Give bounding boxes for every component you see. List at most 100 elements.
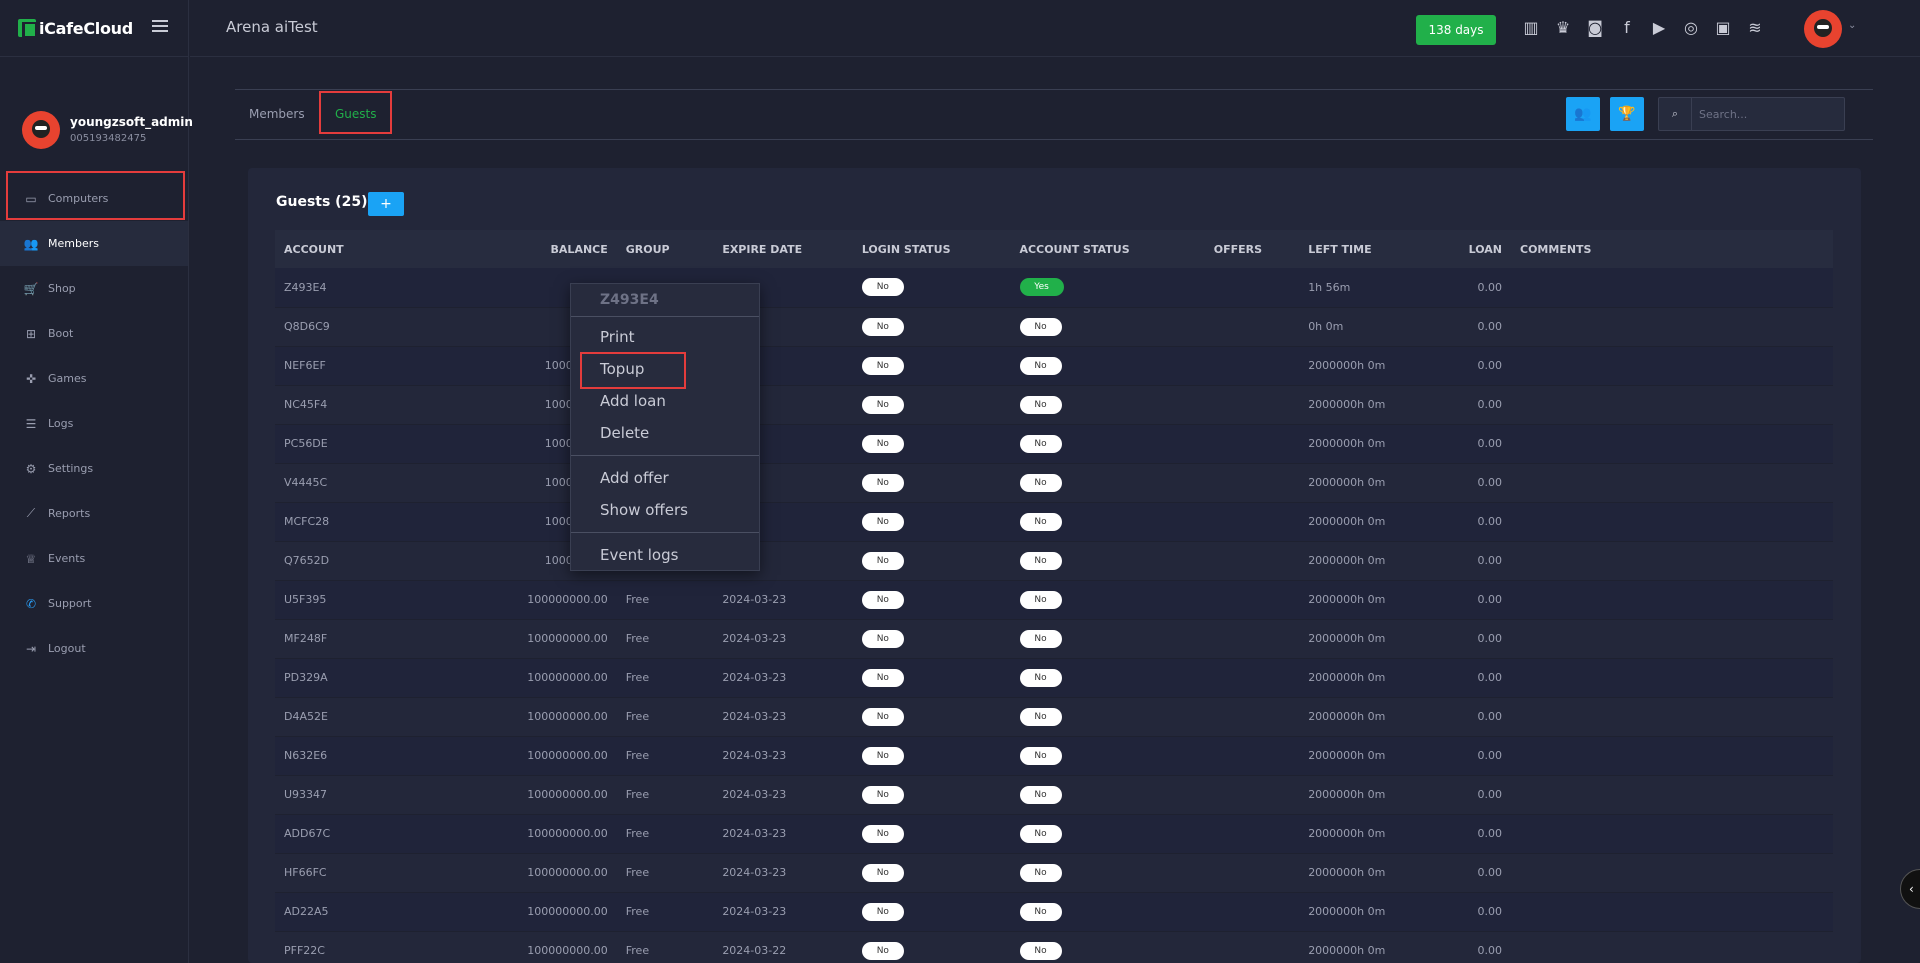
cell-offers xyxy=(1204,658,1300,698)
account-status-toggle[interactable]: No xyxy=(1019,473,1062,492)
sidebar-item-label: Support xyxy=(48,597,92,610)
sidebar-item-reports[interactable]: ⟋ Reports xyxy=(0,491,188,536)
days-left-badge[interactable]: 138 days xyxy=(1416,15,1496,45)
column-header-expire-date[interactable]: EXPIRE DATE xyxy=(713,230,853,268)
table-row[interactable]: AD22A5 100000000.00 Free 2024-03-23 No No 2000… xyxy=(275,892,1833,932)
context-menu-item-add-loan[interactable]: Add loan xyxy=(571,385,759,417)
table-row[interactable]: NC45F41000000003NoNo2000000h 0m0.00 xyxy=(275,385,1833,425)
table-row[interactable]: Z493E4977NoYes1h 56m0.00 xyxy=(275,268,1833,308)
cell-account: MF248F xyxy=(275,619,512,659)
ranking-icon[interactable]: ▥ xyxy=(1520,15,1542,39)
add-guest-button[interactable]: + xyxy=(368,192,404,216)
account-status-toggle[interactable]: No xyxy=(1019,863,1062,882)
cell-offers xyxy=(1204,775,1300,815)
trophy-icon[interactable]: ♛ xyxy=(1552,15,1574,39)
table-row[interactable]: NEF6EF1000000003NoNo2000000h 0m0.00 xyxy=(275,346,1833,386)
icafe-icon[interactable]: ▣ xyxy=(1712,15,1734,39)
youtube-icon[interactable]: ▶ xyxy=(1648,15,1670,39)
account-status-toggle[interactable]: Yes xyxy=(1019,278,1064,297)
context-menu-item-event-logs[interactable]: Event logs xyxy=(571,539,759,571)
sidebar-item-settings[interactable]: ⚙ Settings xyxy=(0,446,188,491)
account-status-toggle[interactable]: No xyxy=(1019,746,1062,765)
members-tool-button[interactable]: 👥 xyxy=(1566,97,1600,131)
column-header-comments[interactable]: COMMENTS xyxy=(1511,230,1833,268)
cell-left: 2000000h 0m xyxy=(1299,736,1456,776)
account-status-toggle[interactable]: No xyxy=(1019,941,1062,960)
table-row[interactable]: N632E6 100000000.00 Free 2024-03-23 No No 2000… xyxy=(275,736,1833,776)
side-toggle-button[interactable]: ‹ xyxy=(1900,869,1920,909)
sidebar-item-shop[interactable]: 🛒 Shop xyxy=(0,266,188,311)
sidebar-item-games[interactable]: ✜ Games xyxy=(0,356,188,401)
account-status-toggle[interactable]: No xyxy=(1019,551,1062,570)
trophy-tool-button[interactable]: 🏆 xyxy=(1610,97,1644,131)
table-row[interactable]: PC56DE1000000003NoNo2000000h 0m0.00 xyxy=(275,424,1833,464)
globe-icon[interactable]: ◎ xyxy=(1680,15,1702,39)
column-header-offers[interactable]: OFFERS xyxy=(1204,230,1300,268)
account-status-toggle[interactable]: No xyxy=(1019,317,1062,336)
sidebar-item-support[interactable]: ✆ Support xyxy=(0,581,188,626)
discord-icon[interactable]: ◙ xyxy=(1584,15,1606,39)
account-status-toggle[interactable]: No xyxy=(1019,395,1062,414)
table-row[interactable]: Q7652D1000000003NoNo2000000h 0m0.00 xyxy=(275,541,1833,581)
hamburger-menu-icon[interactable] xyxy=(152,20,168,32)
sidebar-item-boot[interactable]: ⊞ Boot xyxy=(0,311,188,356)
cell-loan: 0.00 xyxy=(1455,463,1511,503)
column-header-group[interactable]: GROUP xyxy=(616,230,714,268)
avatar[interactable] xyxy=(22,110,60,149)
sidebar-item-members[interactable]: 👥 Members xyxy=(0,221,188,266)
sidebar-item-logs[interactable]: ☰ Logs xyxy=(0,401,188,446)
chevron-down-icon[interactable]: ⌄ xyxy=(1848,20,1856,31)
tab-members[interactable]: Members xyxy=(249,107,305,121)
table-row[interactable]: ADD67C 100000000.00 Free 2024-03-23 No No 2000… xyxy=(275,814,1833,854)
account-status-toggle[interactable]: No xyxy=(1019,512,1062,531)
table-row[interactable]: D4A52E 100000000.00 Free 2024-03-23 No No 2000… xyxy=(275,697,1833,737)
column-header-login-status[interactable]: LOGIN STATUS xyxy=(852,230,1011,268)
column-header-loan[interactable]: LOAN xyxy=(1455,230,1511,268)
facebook-icon[interactable]: f xyxy=(1616,15,1638,39)
sidebar-item-label: Boot xyxy=(48,327,74,340)
sidebar-item-events[interactable]: ♕ Events xyxy=(0,536,188,581)
account-status-toggle[interactable]: No xyxy=(1019,590,1062,609)
table-row[interactable]: U93347 100000000.00 Free 2024-03-23 No No 2000… xyxy=(275,775,1833,815)
account-status-toggle[interactable]: No xyxy=(1019,629,1062,648)
cell-left: 2000000h 0m xyxy=(1299,931,1456,963)
cell-comments xyxy=(1511,853,1833,893)
context-menu-item-add-offer[interactable]: Add offer xyxy=(571,462,759,494)
column-header-account-status[interactable]: ACCOUNT STATUS xyxy=(1010,230,1205,268)
cell-comments xyxy=(1511,931,1833,963)
table-row[interactable]: PFF22C 100000000.00 Free 2024-03-22 No No 2000… xyxy=(275,931,1833,963)
account-status-toggle[interactable]: No xyxy=(1019,707,1062,726)
cell-expire: 2024-03-23 xyxy=(713,736,853,776)
cell-offers xyxy=(1204,853,1300,893)
column-header-left-time[interactable]: LEFT TIME xyxy=(1299,230,1456,268)
cell-status: No xyxy=(1010,463,1205,503)
topbar: Arena aiTest 138 days ▥ ♛ ◙ f ▶ ◎ ▣ ≋ ⌄ xyxy=(190,0,1920,57)
context-menu-item-show-offers[interactable]: Show offers xyxy=(571,494,759,526)
app-logo[interactable]: iCafeCloud xyxy=(18,19,133,38)
account-status-toggle[interactable]: No xyxy=(1019,434,1062,453)
account-status-toggle[interactable]: No xyxy=(1019,668,1062,687)
cell-comments xyxy=(1511,736,1833,776)
top-avatar[interactable] xyxy=(1804,10,1842,48)
cell-offers xyxy=(1204,502,1300,542)
table-row[interactable]: MCFC281000000003NoNo2000000h 0m0.00 xyxy=(275,502,1833,542)
account-status-toggle[interactable]: No xyxy=(1019,356,1062,375)
column-header-balance[interactable]: BALANCE xyxy=(511,230,617,268)
cell-comments xyxy=(1511,385,1833,425)
column-header-account[interactable]: ACCOUNT xyxy=(275,230,512,268)
cell-loan: 0.00 xyxy=(1455,814,1511,854)
table-row[interactable]: MF248F 100000000.00 Free 2024-03-23 No No 2000… xyxy=(275,619,1833,659)
context-menu-item-delete[interactable]: Delete xyxy=(571,417,759,449)
table-row[interactable]: U5F395 100000000.00 Free 2024-03-23 No No 2000… xyxy=(275,580,1833,620)
sidebar-item-logout[interactable]: ⇥ Logout xyxy=(0,626,188,671)
account-status-toggle[interactable]: No xyxy=(1019,824,1062,843)
table-row[interactable]: V4445C1000000003NoNo2000000h 0m0.00 xyxy=(275,463,1833,503)
account-status-toggle[interactable]: No xyxy=(1019,785,1062,804)
table-row[interactable]: PD329A 100000000.00 Free 2024-03-23 No No 2000… xyxy=(275,658,1833,698)
brand-icon[interactable]: ≋ xyxy=(1744,15,1766,39)
table-row[interactable]: HF66FC 100000000.00 Free 2024-03-23 No No 2000… xyxy=(275,853,1833,893)
search-input[interactable] xyxy=(1692,107,1842,121)
table-row[interactable]: Q8D6C903NoNo0h 0m0.00 xyxy=(275,307,1833,347)
context-menu-item-print[interactable]: Print xyxy=(571,321,759,353)
account-status-toggle[interactable]: No xyxy=(1019,902,1062,921)
